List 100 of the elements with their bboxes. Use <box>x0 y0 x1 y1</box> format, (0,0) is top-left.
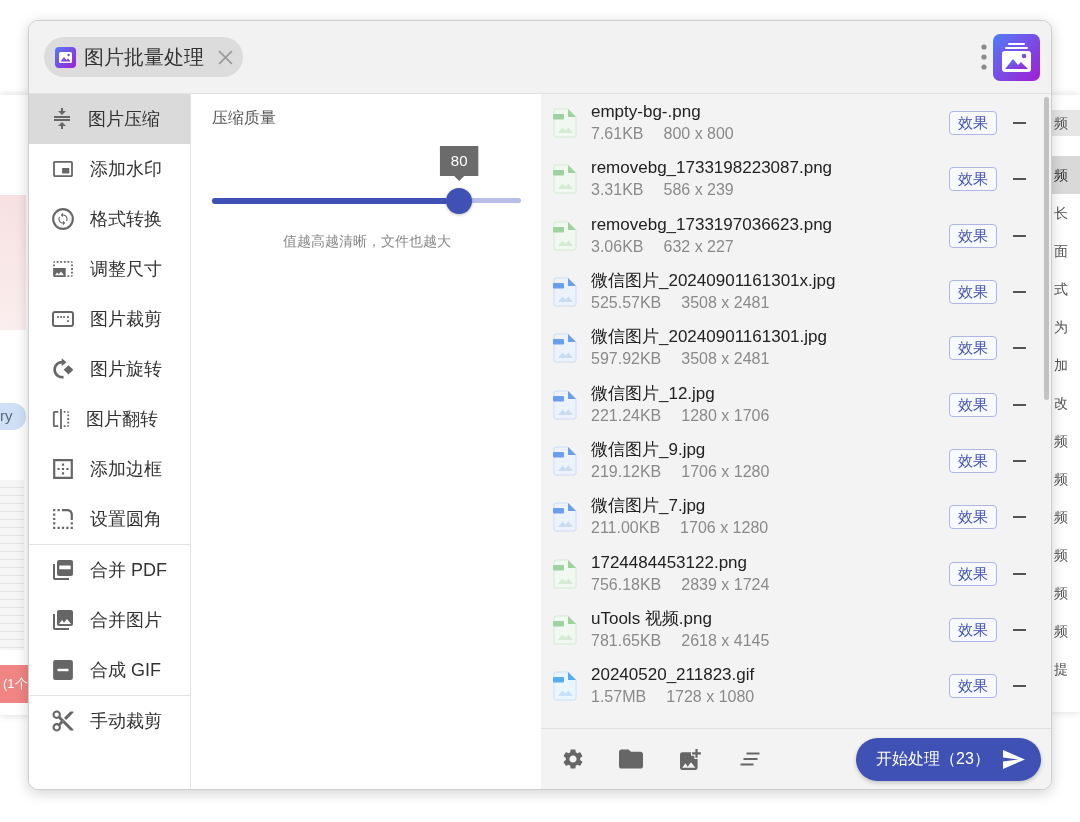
effect-button[interactable]: 效果 <box>949 561 997 586</box>
image-file-icon <box>553 108 577 139</box>
file-size: 756.18KB <box>591 574 662 595</box>
minus-icon <box>1013 516 1026 519</box>
file-size: 597.92KB <box>591 349 662 370</box>
image-file-icon <box>553 164 577 195</box>
menu-item[interactable]: 频 <box>1050 156 1080 194</box>
file-name: uTools 视频.png <box>591 607 712 630</box>
sidebar-item[interactable]: 图片压缩 <box>29 94 190 144</box>
file-size: 525.57KB <box>591 293 662 314</box>
image-icon <box>55 46 76 68</box>
minus-icon <box>1013 628 1026 631</box>
minus-icon <box>1013 347 1026 350</box>
file-name: empty-bg-.png <box>591 101 701 124</box>
effect-button[interactable]: 效果 <box>949 674 997 699</box>
tab[interactable]: 图片批量处理 <box>44 37 243 77</box>
sidebar-item[interactable]: 调整尺寸 <box>29 244 190 294</box>
scissors-icon <box>52 710 74 732</box>
rotate-icon <box>52 358 74 380</box>
effect-button[interactable]: 效果 <box>949 448 997 473</box>
image-dimensions: 1728 x 1080 <box>666 687 755 708</box>
effect-button[interactable]: 效果 <box>949 223 997 248</box>
slider-thumb[interactable] <box>446 187 473 214</box>
image-stack-icon[interactable] <box>993 33 1040 81</box>
file-name: 微信图片_12.jpg <box>591 382 715 405</box>
stacked-document-icon <box>52 559 74 581</box>
effect-button[interactable]: 效果 <box>949 167 997 192</box>
image-file-icon <box>553 614 577 645</box>
sidebar-item[interactable]: 合成 GIF <box>29 645 190 695</box>
minus-icon <box>1013 572 1026 575</box>
start-button[interactable]: 开始处理（23） <box>856 737 1041 781</box>
flip-icon <box>52 408 70 430</box>
minus-icon <box>1013 291 1026 294</box>
minus-icon <box>1013 178 1026 181</box>
minus-icon <box>1013 459 1026 462</box>
file-size: 1.57MB <box>591 687 647 708</box>
file-name: 微信图片_20240901161301.jpg <box>591 326 827 349</box>
image-dimensions: 2839 x 1724 <box>681 574 770 595</box>
image-file-icon <box>553 333 577 364</box>
image-file-icon <box>553 389 577 420</box>
settings-icon[interactable] <box>563 749 583 769</box>
image-dimensions: 1706 x 1280 <box>681 461 770 482</box>
file-size: 3.06KB <box>591 236 644 257</box>
file-name: 微信图片_20240901161301x.jpg <box>591 270 836 293</box>
image-dimensions: 1706 x 1280 <box>680 518 769 539</box>
sidebar-item[interactable]: 图片裁剪 <box>29 294 190 344</box>
effect-button[interactable]: 效果 <box>949 336 997 361</box>
dotted-frame-icon <box>52 311 74 327</box>
compress-icon <box>52 108 72 130</box>
effect-button[interactable]: 效果 <box>949 392 997 417</box>
sidebar-item[interactable]: 设置圆角 <box>29 494 190 544</box>
file-size: 781.65KB <box>591 630 662 651</box>
image-dimensions: 3508 x 2481 <box>681 349 770 370</box>
sidebar-item[interactable]: 添加边框 <box>29 444 190 494</box>
image-file-icon <box>553 558 577 589</box>
window-title: 频 <box>1050 110 1080 136</box>
image-dimensions: 1280 x 1706 <box>681 405 770 426</box>
file-name: 微信图片_9.jpg <box>591 438 706 461</box>
sidebar-item[interactable]: 合并 PDF <box>29 545 190 595</box>
minus-icon <box>1013 122 1026 125</box>
sidebar-item[interactable]: 合并图片 <box>29 595 190 645</box>
image-file-icon <box>553 277 577 308</box>
file-name: 1724484453122.png <box>591 551 747 574</box>
effect-button[interactable]: 效果 <box>949 111 997 136</box>
lines-icon[interactable] <box>739 752 761 766</box>
square-tile-icon <box>52 659 74 681</box>
file-size: 3.31KB <box>591 180 644 201</box>
image-dimensions: 800 x 800 <box>663 124 734 145</box>
effect-button[interactable]: 效果 <box>949 505 997 530</box>
sidebar-item[interactable]: 图片翻转 <box>29 394 190 444</box>
minus-icon <box>1013 403 1026 406</box>
minus-icon <box>1013 234 1026 237</box>
add-image-icon[interactable] <box>680 748 702 770</box>
image-dimensions: 632 x 227 <box>663 236 734 257</box>
image-file-icon <box>553 671 577 702</box>
sidebar-item[interactable]: 图片旋转 <box>29 344 190 394</box>
folder-icon[interactable] <box>619 749 643 769</box>
sidebar-item[interactable]: 添加水印 <box>29 144 190 194</box>
rounded-corner-icon <box>52 508 74 530</box>
hint-text: 值越高越清晰，文件也越大 <box>282 232 451 251</box>
image-dimensions: 3508 x 2481 <box>681 293 770 314</box>
file-name: removebg_1733198223087.png <box>591 157 833 180</box>
effect-button[interactable]: 效果 <box>949 280 997 305</box>
resize-icon <box>52 260 74 278</box>
image-file-icon <box>553 502 577 533</box>
effect-button[interactable]: 效果 <box>949 617 997 642</box>
file-size: 221.24KB <box>591 405 662 426</box>
file-name: removebg_1733197036623.png <box>591 213 833 236</box>
image-file-icon <box>553 220 577 251</box>
image-dimensions: 2618 x 4145 <box>681 630 770 651</box>
border-icon <box>52 458 74 480</box>
file-name: 微信图片_7.jpg <box>591 495 706 518</box>
file-size: 211.00KB <box>591 518 661 539</box>
file-size: 219.12KB <box>591 461 662 482</box>
image-file-icon <box>553 445 577 476</box>
send-icon <box>1003 749 1025 769</box>
sidebar-item[interactable]: 格式转换 <box>29 194 190 244</box>
sidebar-item[interactable]: 手动裁剪 <box>29 696 190 746</box>
setting-label: 压缩质量 <box>212 108 276 128</box>
more-icon[interactable] <box>981 44 987 70</box>
